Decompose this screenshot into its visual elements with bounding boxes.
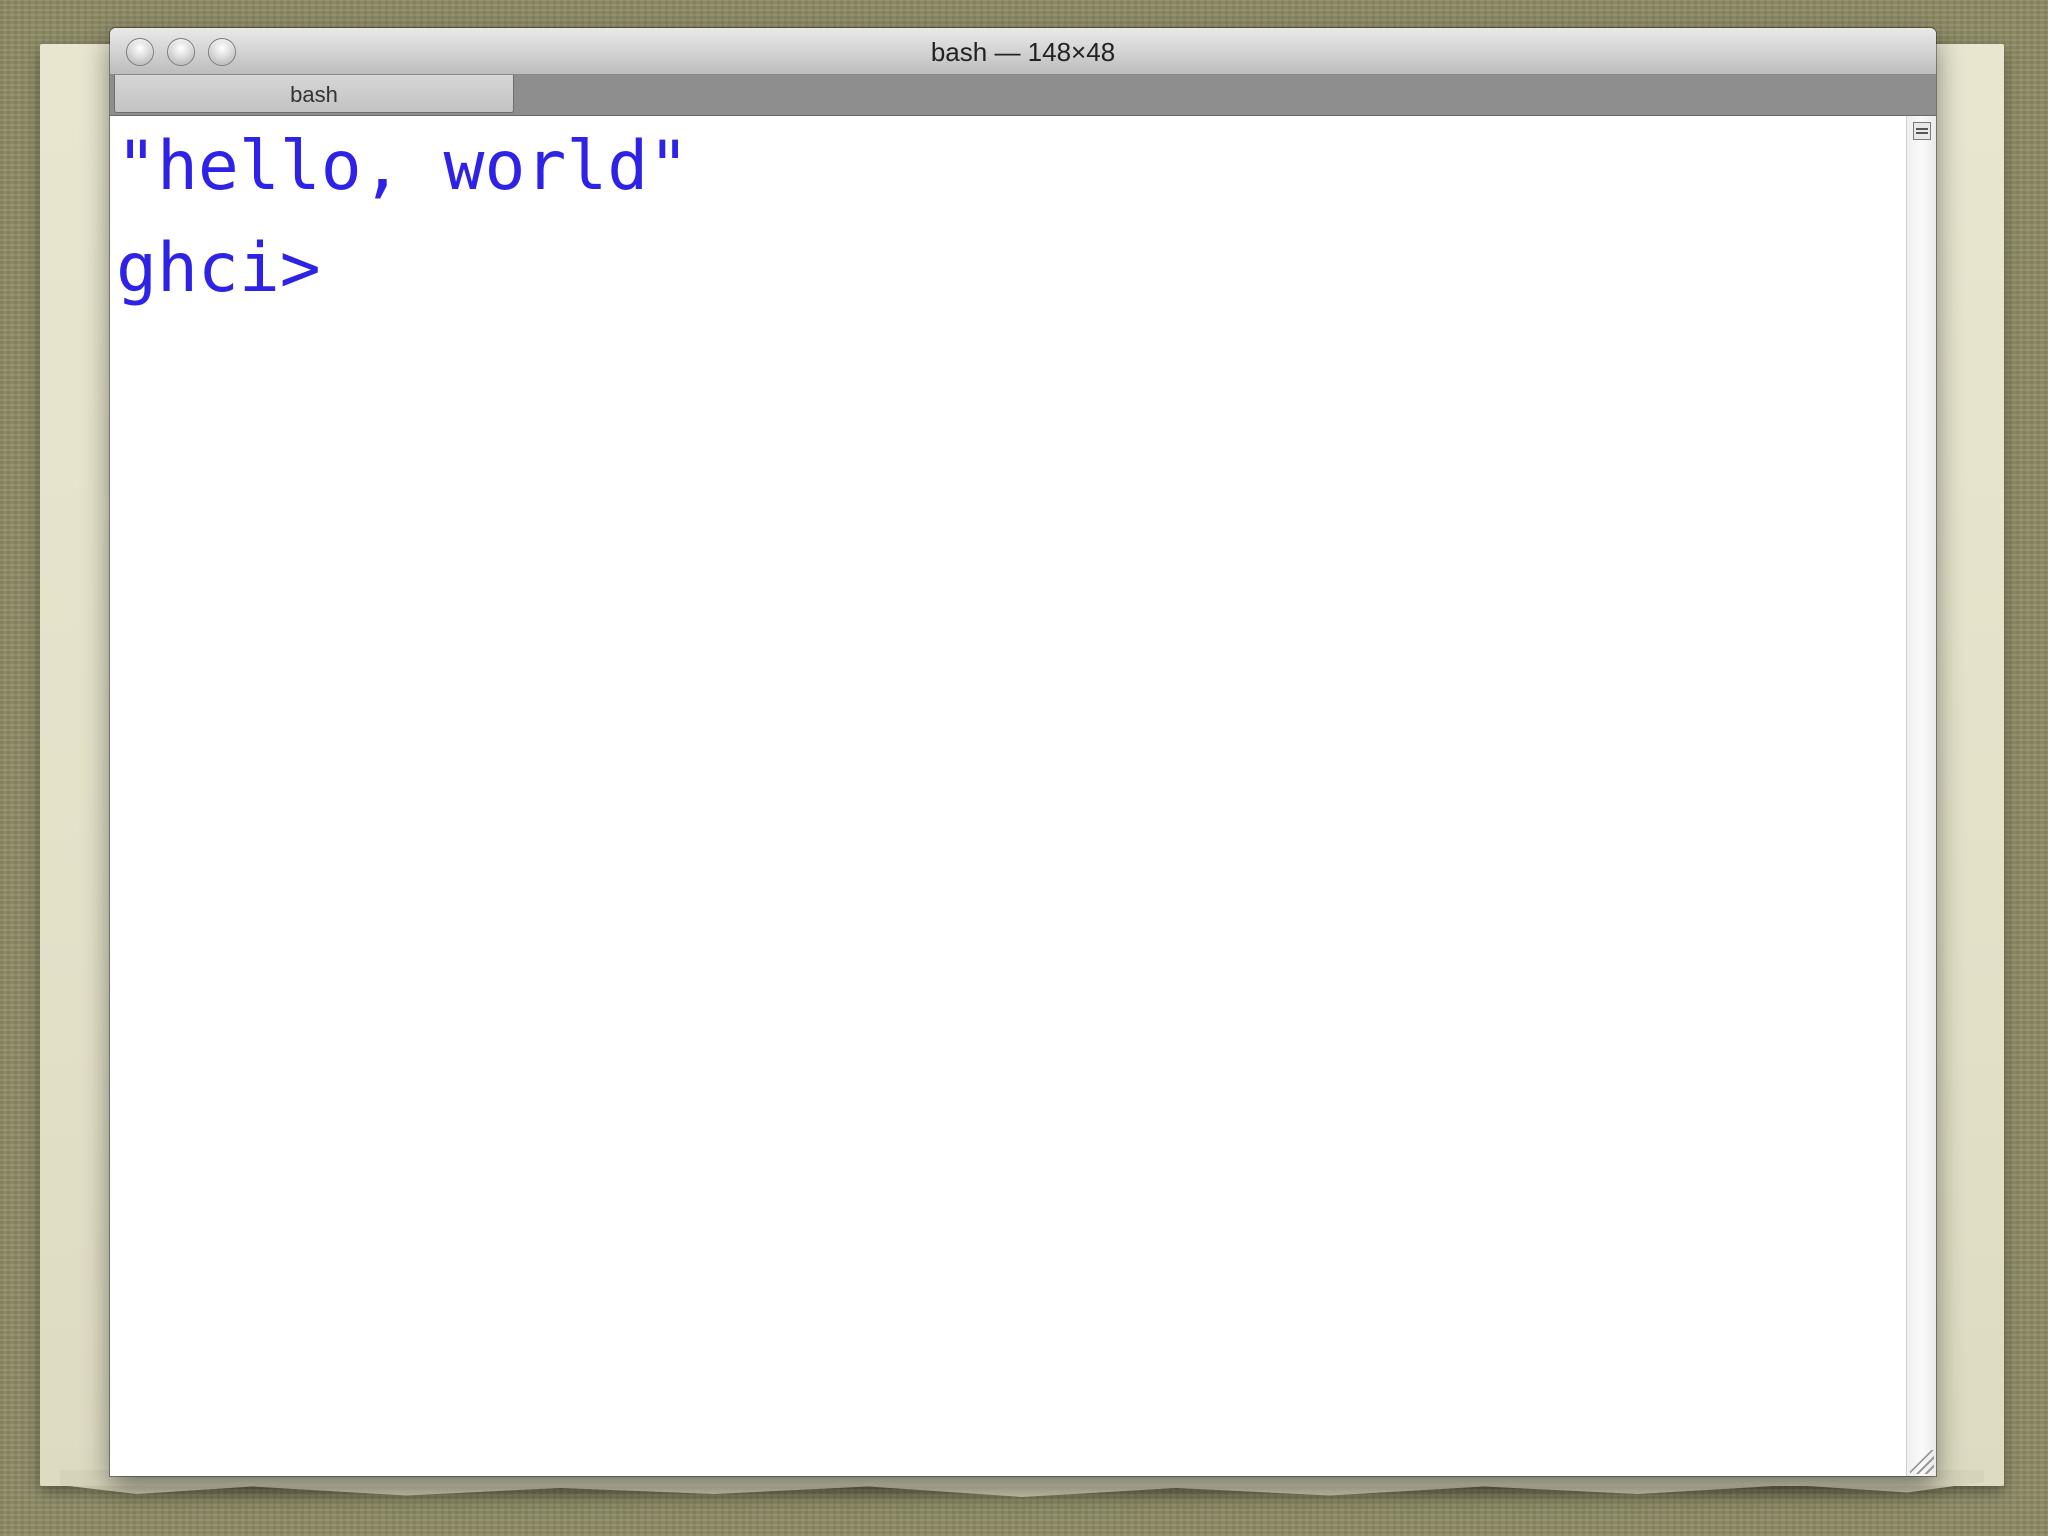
terminal-line-prompt: ghci> [116, 229, 321, 308]
terminal-window: bash — 148×48 bash "hello, world" ghci> [110, 28, 1936, 1476]
terminal-output[interactable]: "hello, world" ghci> [110, 116, 1904, 1476]
tab-bash[interactable]: bash [114, 75, 514, 113]
terminal-line-output: "hello, world" [116, 127, 690, 206]
tab-bar: bash [110, 75, 1936, 116]
split-pane-icon[interactable] [1913, 122, 1931, 140]
window-title: bash — 148×48 [930, 37, 1116, 67]
vertical-scrollbar[interactable] [1906, 116, 1936, 1476]
title-bar[interactable]: bash — 148×48 [110, 28, 1936, 75]
resize-grip-icon[interactable] [1910, 1450, 1934, 1474]
